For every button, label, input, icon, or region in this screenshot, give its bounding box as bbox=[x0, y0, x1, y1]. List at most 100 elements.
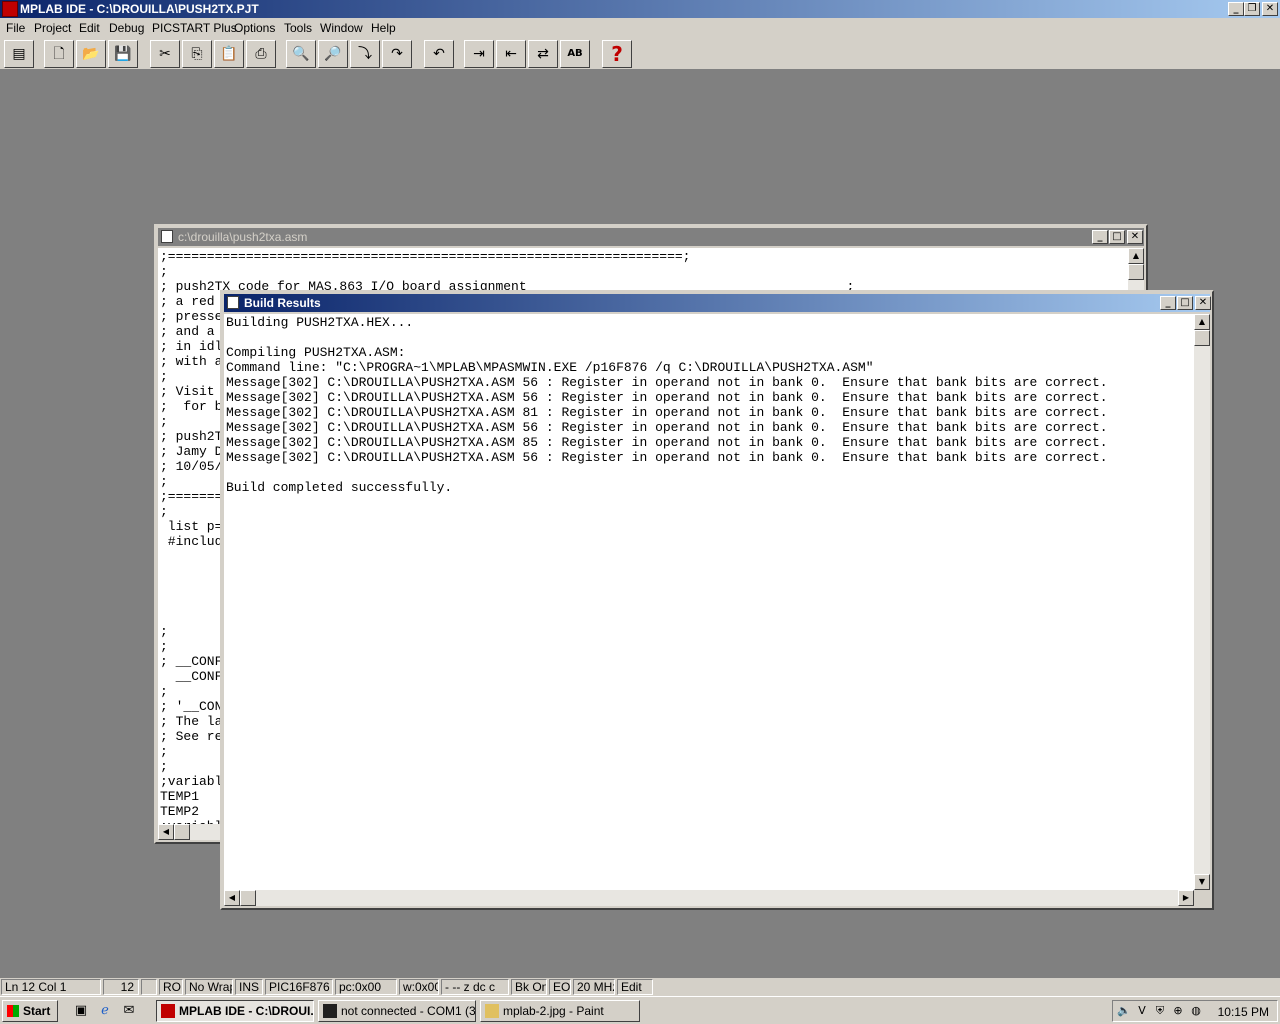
indent-button[interactable]: ⇥ bbox=[464, 40, 494, 68]
cut-button[interactable]: ✂ bbox=[150, 40, 180, 68]
new-file-button[interactable]: 🗋 bbox=[44, 40, 74, 68]
paste-icon: 📋 bbox=[220, 46, 238, 62]
status-insert-mode: INS bbox=[235, 979, 263, 995]
status-eo: EO bbox=[549, 979, 571, 995]
build-output-line: Message[302] C:\DROUILLA\PUSH2TXA.ASM 81… bbox=[226, 405, 1108, 420]
help-button[interactable]: ? bbox=[602, 40, 632, 68]
status-read-only: RO bbox=[159, 979, 183, 995]
taskbar-item-terminal[interactable]: not connected - COM1 (3... bbox=[318, 1000, 476, 1022]
network-icon[interactable]: ⊕ bbox=[1171, 1004, 1185, 1018]
editor-close-icon[interactable]: ✕ bbox=[1127, 230, 1143, 244]
copy-icon: ⎘ bbox=[191, 46, 203, 62]
status-blank bbox=[141, 979, 157, 995]
project-button[interactable]: ▤ bbox=[4, 40, 34, 68]
mplab-app-icon bbox=[161, 1004, 175, 1018]
editor-title-bar[interactable]: c:\drouilla\push2txa.asm _ □ ✕ bbox=[158, 228, 1144, 246]
step-over-icon: ↷ bbox=[391, 46, 403, 62]
binary-ab-button[interactable]: AB bbox=[560, 40, 590, 68]
build-output-line: Message[302] C:\DROUILLA\PUSH2TXA.ASM 85… bbox=[226, 435, 1108, 450]
globe-icon[interactable]: ◍ bbox=[1189, 1004, 1203, 1018]
project-icon: ▤ bbox=[12, 46, 26, 62]
build-output-line: Message[302] C:\DROUILLA\PUSH2TXA.ASM 56… bbox=[226, 375, 1108, 390]
menu-tools[interactable]: Tools bbox=[284, 21, 312, 35]
save-button[interactable]: 💾 bbox=[108, 40, 138, 68]
match-brace-button[interactable]: ⇄ bbox=[528, 40, 558, 68]
menu-project[interactable]: Project bbox=[34, 21, 71, 35]
close-icon[interactable]: ✕ bbox=[1262, 2, 1278, 16]
open-folder-icon: 📂 bbox=[82, 46, 100, 62]
binary-ab-icon: AB bbox=[567, 48, 583, 59]
tray-v-icon[interactable]: V bbox=[1135, 1004, 1149, 1018]
taskbar-item-mplab[interactable]: MPLAB IDE - C:\DROUI... bbox=[156, 1000, 314, 1022]
build-output-line: Message[302] C:\DROUILLA\PUSH2TXA.ASM 56… bbox=[226, 450, 1108, 465]
document-icon bbox=[161, 230, 173, 243]
outdent-button[interactable]: ⇤ bbox=[496, 40, 526, 68]
copy-button[interactable]: ⎘ bbox=[182, 40, 212, 68]
build-results-window[interactable]: Build Results _ □ ✕ Building PUSH2TXA.HE… bbox=[220, 290, 1214, 910]
build-horizontal-scrollbar[interactable]: ◀ ▶ bbox=[224, 890, 1194, 906]
antivirus-icon[interactable]: ⛨ bbox=[1153, 1004, 1167, 1018]
editor-maximize-icon[interactable]: □ bbox=[1109, 230, 1125, 244]
start-label: Start bbox=[23, 1004, 51, 1018]
taskbar: Start ▣ ℯ ✉ MPLAB IDE - C:\DROUI... not … bbox=[0, 996, 1280, 1024]
step-over-button[interactable]: ↷ bbox=[382, 40, 412, 68]
menu-window[interactable]: Window bbox=[320, 21, 363, 35]
find-button[interactable]: 🔍 bbox=[286, 40, 316, 68]
build-vertical-scrollbar[interactable]: ▲ ▼ bbox=[1194, 314, 1210, 890]
menu-help[interactable]: Help bbox=[371, 21, 396, 35]
windows-flag-icon bbox=[7, 1005, 19, 1017]
start-button[interactable]: Start bbox=[2, 1000, 58, 1022]
print-icon: ⎙ bbox=[255, 46, 267, 62]
build-output-text[interactable]: Building PUSH2TXA.HEX... Compiling PUSH2T… bbox=[224, 314, 1194, 890]
app-title-bar[interactable]: MPLAB IDE - C:\DROUILLA\PUSH2TX.PJT _ ❐ … bbox=[0, 0, 1280, 18]
mplab-app-icon[interactable] bbox=[2, 1, 18, 17]
build-close-icon[interactable]: ✕ bbox=[1195, 296, 1211, 310]
scroll-right-icon[interactable]: ▶ bbox=[1178, 890, 1194, 906]
open-button[interactable]: 📂 bbox=[76, 40, 106, 68]
status-bar: Ln 12 Col 1 12 RO No Wrap INS PIC16F876 … bbox=[0, 978, 1280, 996]
status-bank: Bk On bbox=[511, 979, 547, 995]
editor-code-line: ;=======================================… bbox=[160, 249, 691, 264]
cut-icon: ✂ bbox=[159, 46, 171, 62]
build-minimize-icon[interactable]: _ bbox=[1160, 296, 1176, 310]
editor-code-line: ; bbox=[160, 264, 168, 279]
menu-bar: File Project Edit Debug PICSTART Plus Op… bbox=[0, 18, 1280, 38]
menu-debug[interactable]: Debug bbox=[109, 21, 144, 35]
undo-button[interactable]: ↶ bbox=[424, 40, 454, 68]
save-icon: 💾 bbox=[114, 46, 132, 62]
scroll-down-icon[interactable]: ▼ bbox=[1194, 874, 1210, 890]
taskbar-item-label: MPLAB IDE - C:\DROUI... bbox=[179, 1004, 314, 1018]
clock: 10:15 PM bbox=[1217, 1005, 1269, 1019]
restore-icon[interactable]: ❐ bbox=[1244, 2, 1260, 16]
step-button[interactable]: ⤵ bbox=[350, 40, 380, 68]
build-maximize-icon[interactable]: □ bbox=[1177, 296, 1193, 310]
scroll-up-icon[interactable]: ▲ bbox=[1128, 248, 1144, 264]
taskbar-item-label: mplab-2.jpg - Paint bbox=[503, 1004, 604, 1018]
internet-explorer-icon[interactable]: ℯ bbox=[96, 1002, 114, 1020]
scroll-thumb[interactable] bbox=[1194, 330, 1210, 346]
volume-icon[interactable]: 🔈 bbox=[1117, 1004, 1131, 1018]
status-w-register: w:0x00 bbox=[399, 979, 439, 995]
menu-picstart-plus[interactable]: PICSTART Plus bbox=[152, 21, 237, 35]
scroll-left-icon[interactable]: ◀ bbox=[158, 824, 174, 840]
outdent-icon: ⇤ bbox=[505, 46, 517, 62]
build-results-title-bar[interactable]: Build Results _ □ ✕ bbox=[224, 294, 1211, 312]
find-next-button[interactable]: 🔎 bbox=[318, 40, 348, 68]
outlook-icon[interactable]: ✉ bbox=[120, 1002, 138, 1020]
print-button[interactable]: ⎙ bbox=[246, 40, 276, 68]
status-flags: - -- z dc c bbox=[441, 979, 509, 995]
minimize-icon[interactable]: _ bbox=[1228, 2, 1244, 16]
scroll-up-icon[interactable]: ▲ bbox=[1194, 314, 1210, 330]
hscroll-thumb[interactable] bbox=[240, 890, 256, 906]
paste-button[interactable]: 📋 bbox=[214, 40, 244, 68]
menu-edit[interactable]: Edit bbox=[79, 21, 100, 35]
paint-icon bbox=[485, 1004, 499, 1018]
scroll-left-icon[interactable]: ◀ bbox=[224, 890, 240, 906]
hscroll-thumb[interactable] bbox=[174, 824, 190, 840]
desktop-icon[interactable]: ▣ bbox=[72, 1002, 90, 1020]
menu-file[interactable]: File bbox=[6, 21, 25, 35]
menu-options[interactable]: Options bbox=[234, 21, 275, 35]
editor-minimize-icon[interactable]: _ bbox=[1092, 230, 1108, 244]
scroll-thumb[interactable] bbox=[1128, 264, 1144, 280]
taskbar-item-paint[interactable]: mplab-2.jpg - Paint bbox=[480, 1000, 640, 1022]
